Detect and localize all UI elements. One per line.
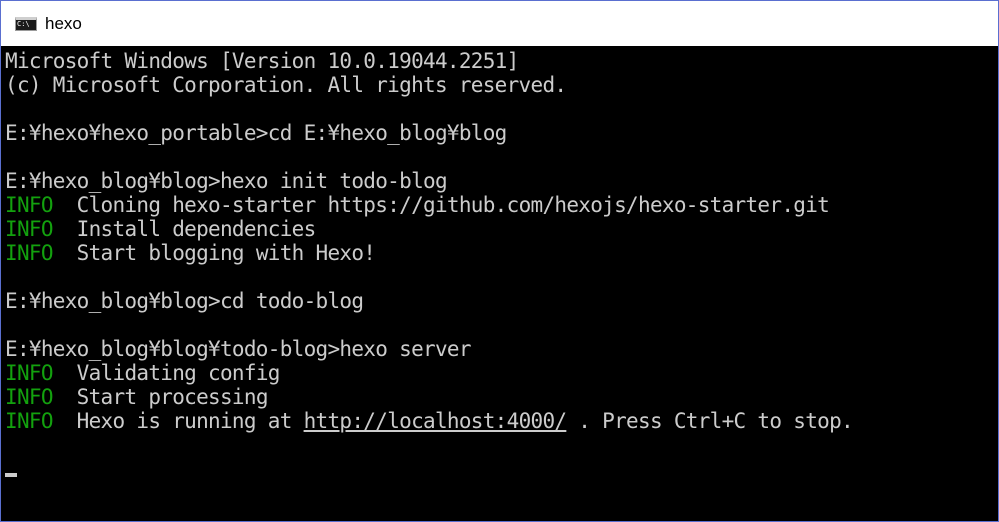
command: cd E:¥hexo_blog¥blog: [267, 121, 508, 145]
prompt: E:¥hexo_blog¥blog>: [5, 289, 221, 313]
info-tag: INFO: [5, 361, 53, 385]
prompt: E:¥hexo_blog¥blog¥todo-blog>: [5, 337, 340, 361]
console-line: INFO Validating config: [5, 361, 998, 385]
console-line: INFO Cloning hexo-starter https://github…: [5, 193, 998, 217]
info-message: Cloning hexo-starter https://github.com/…: [76, 193, 830, 217]
console-line: E:¥hexo_blog¥blog>cd todo-blog: [5, 289, 998, 313]
console-line: INFO Start blogging with Hexo!: [5, 241, 998, 265]
prompt: E:¥hexo¥hexo_portable>: [5, 121, 268, 145]
console-line: INFO Install dependencies: [5, 217, 998, 241]
info-tag: INFO: [5, 193, 53, 217]
console-line: (c) Microsoft Corporation. All rights re…: [5, 73, 998, 97]
info-tag: INFO: [5, 385, 53, 409]
info-tag: INFO: [5, 217, 53, 241]
text-cursor: [5, 473, 17, 477]
info-message: Install dependencies: [76, 217, 317, 241]
input-line[interactable]: [5, 457, 998, 481]
command: cd todo-blog: [219, 289, 364, 313]
console-line: E:¥hexo_blog¥blog>hexo init todo-blog: [5, 169, 998, 193]
console-window: hexo Microsoft Windows [Version 10.0.190…: [0, 0, 999, 522]
console-line: INFO Start processing: [5, 385, 998, 409]
info-tag: INFO: [5, 409, 53, 433]
command: hexo init todo-blog: [219, 169, 448, 193]
title-bar[interactable]: hexo: [1, 1, 998, 46]
version-header: Microsoft Windows [Version 10.0.19044.22…: [5, 49, 519, 73]
console-line: Microsoft Windows [Version 10.0.19044.22…: [5, 49, 998, 73]
info-message: . Press Ctrl+C to stop.: [566, 409, 853, 433]
info-message: Hexo is running at: [76, 409, 304, 433]
info-message: Start processing: [76, 385, 269, 409]
window-title: hexo: [45, 13, 82, 33]
info-message: Validating config: [76, 361, 281, 385]
console-line: E:¥hexo_blog¥blog¥todo-blog>hexo server: [5, 337, 998, 361]
console-output[interactable]: Microsoft Windows [Version 10.0.19044.22…: [1, 46, 998, 521]
console-line: INFO Hexo is running at http://localhost…: [5, 409, 998, 433]
console-line: E:¥hexo¥hexo_portable>cd E:¥hexo_blog¥bl…: [5, 121, 998, 145]
copyright-header: (c) Microsoft Corporation. All rights re…: [5, 73, 567, 97]
info-tag: INFO: [5, 241, 53, 265]
server-url-link[interactable]: http://localhost:4000/: [304, 409, 567, 433]
cmd-console-icon: [15, 16, 37, 31]
info-message: Start blogging with Hexo!: [76, 241, 376, 265]
prompt: E:¥hexo_blog¥blog>: [5, 169, 221, 193]
command: hexo server: [339, 337, 471, 361]
